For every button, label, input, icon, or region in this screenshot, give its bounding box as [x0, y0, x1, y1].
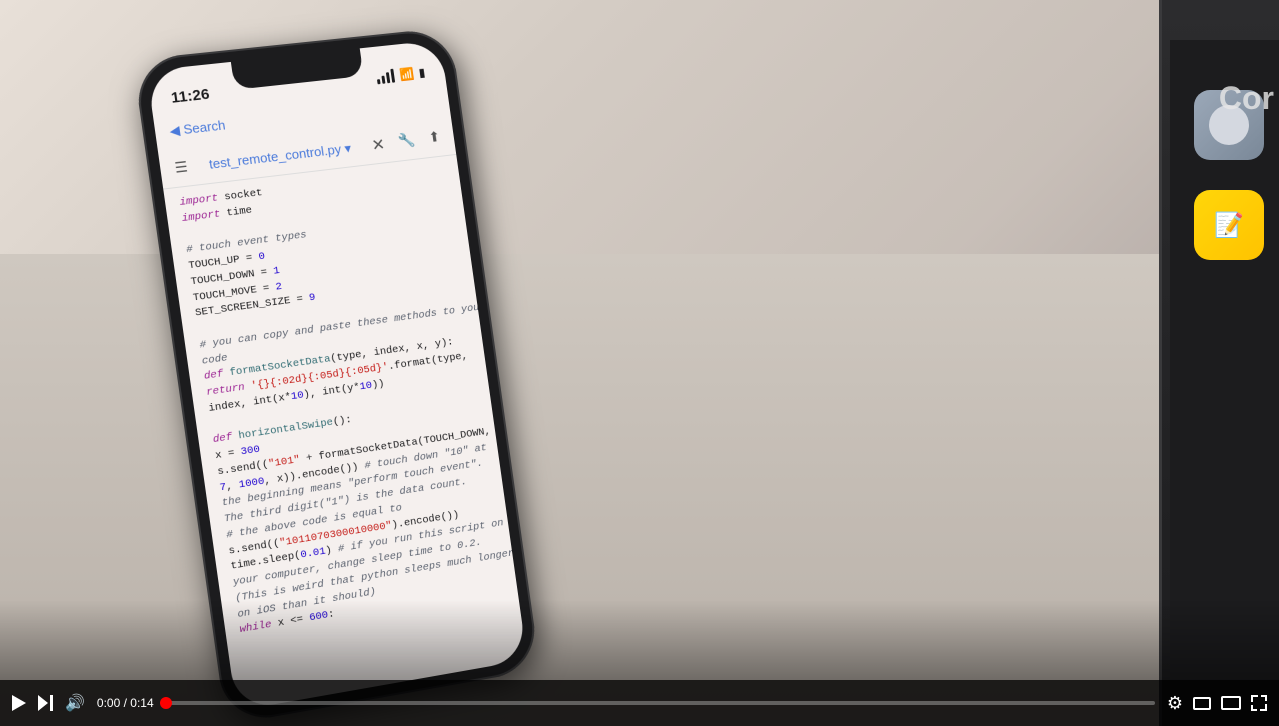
skip-triangle-icon: [38, 695, 48, 711]
skip-button[interactable]: [38, 695, 53, 711]
status-time: 11:26: [170, 86, 211, 107]
time-display: 0:00 / 0:14: [97, 696, 154, 710]
hamburger-icon[interactable]: ☰: [174, 158, 189, 177]
back-button[interactable]: ◀ Search: [169, 117, 227, 139]
play-button[interactable]: [12, 695, 26, 711]
skip-line-icon: [50, 695, 53, 711]
theater-icon: [1221, 696, 1241, 710]
wrench-icon[interactable]: 🔧: [397, 131, 417, 153]
miniplayer-icon: [1193, 697, 1211, 710]
controls-right: ⚙: [1167, 693, 1267, 714]
close-icon[interactable]: ✕: [370, 134, 386, 155]
theater-button[interactable]: [1221, 696, 1241, 710]
share-icon[interactable]: ⬆: [427, 128, 441, 149]
battery-icon: ▮: [418, 65, 426, 79]
volume-button[interactable]: 🔊: [65, 693, 85, 713]
tab-title[interactable]: test_remote_control.py ▾: [208, 140, 352, 172]
fullscreen-icon: [1251, 695, 1267, 711]
skip-icon: [38, 695, 53, 711]
play-icon: [12, 695, 26, 711]
status-icons: 📶 ▮: [376, 65, 426, 84]
miniplayer-button[interactable]: [1193, 697, 1211, 710]
tablet-screen: 📝: [1170, 40, 1279, 686]
progress-dot: [160, 697, 172, 709]
progress-bar[interactable]: [166, 701, 1155, 705]
volume-icon: 🔊: [65, 693, 85, 713]
settings-icon: ⚙: [1167, 693, 1183, 714]
notes-app-icon: 📝: [1194, 190, 1264, 260]
video-container: 11:26 📶 ▮ ◀ Search ☰: [0, 0, 1279, 726]
cor-text: Cor: [1219, 80, 1274, 117]
tab-icons: ✕ 🔧 ⬆: [370, 128, 441, 156]
fullscreen-button[interactable]: [1251, 695, 1267, 711]
gradient-overlay: [0, 600, 1279, 680]
notes-lines-icon: 📝: [1214, 211, 1244, 240]
signal-icon: [376, 69, 395, 85]
settings-button[interactable]: ⚙: [1167, 693, 1183, 714]
wifi-icon: 📶: [399, 67, 415, 82]
controls-bar: 🔊 0:00 / 0:14 ⚙: [0, 680, 1279, 726]
